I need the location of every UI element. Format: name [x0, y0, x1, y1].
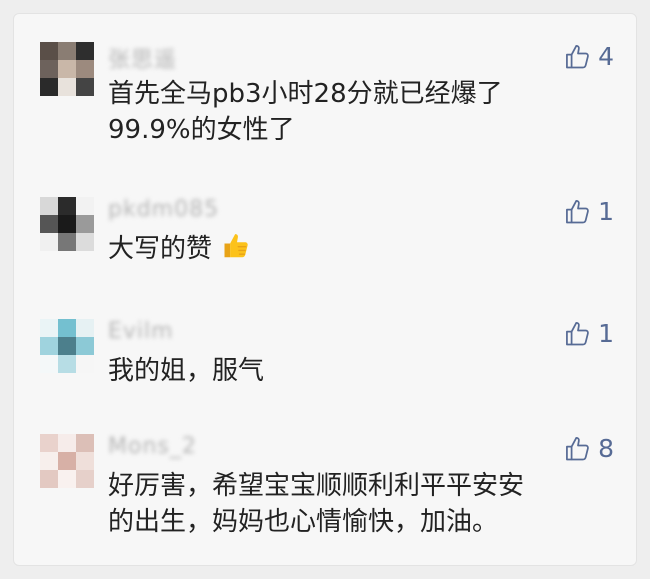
like-button[interactable]: 8 — [564, 434, 614, 463]
comment-line: 大写的赞 — [108, 234, 213, 264]
thumbs-up-outline-icon — [564, 435, 592, 463]
like-count: 1 — [598, 319, 614, 348]
like-count: 8 — [598, 434, 614, 463]
avatar[interactable] — [40, 42, 94, 96]
thumbs-up-emoji — [222, 231, 252, 271]
like-count: 1 — [598, 197, 614, 226]
comment-text: 首先全马pb3小时28分就已经爆了 99.9%的女性了 — [108, 76, 503, 148]
comment-line: 我的姐，服气 — [108, 356, 265, 386]
thumbs-up-outline-icon — [564, 198, 592, 226]
comment-line: 首先全马pb3小时28分就已经爆了 — [108, 79, 503, 109]
like-button[interactable]: 1 — [564, 319, 614, 348]
comment-text: 我的姐，服气 — [108, 353, 264, 389]
username[interactable]: pkdm085 — [108, 197, 219, 222]
comment-text: 好厉害，希望宝宝顺顺利利平平安安 的出生，妈妈也心情愉快，加油。 — [108, 468, 524, 540]
like-button[interactable]: 1 — [564, 197, 614, 226]
comment-line: 好厉害，希望宝宝顺顺利利平平安安 — [108, 471, 525, 501]
thumbs-up-outline-icon — [564, 320, 592, 348]
like-button[interactable]: 4 — [564, 42, 614, 71]
avatar[interactable] — [40, 197, 94, 251]
username[interactable]: Evilm — [108, 319, 174, 344]
comment-list: 张思遥 4 首先全马pb3小时28分就已经爆了 99.9%的女性了 pkdm08… — [13, 13, 637, 566]
comment-line: 99.9%的女性了 — [108, 115, 295, 145]
username[interactable]: Mons_2 — [108, 434, 197, 459]
comment-line: 的出生，妈妈也心情愉快，加油。 — [108, 507, 499, 537]
comment-text: 大写的赞 — [108, 231, 252, 271]
thumbs-up-outline-icon — [564, 43, 592, 71]
username[interactable]: 张思遥 — [108, 42, 177, 74]
avatar[interactable] — [40, 319, 94, 373]
avatar[interactable] — [40, 434, 94, 488]
like-count: 4 — [598, 42, 614, 71]
